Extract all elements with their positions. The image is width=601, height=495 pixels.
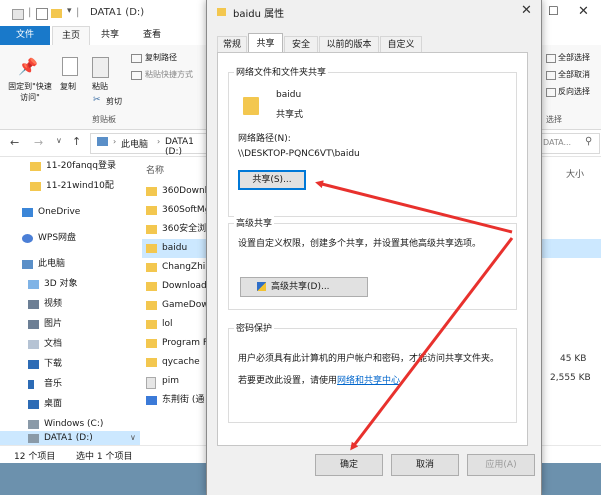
arrow-to-share-button (315, 180, 513, 234)
annotation-arrows (315, 180, 514, 451)
arrow-to-ok-button (350, 237, 514, 451)
